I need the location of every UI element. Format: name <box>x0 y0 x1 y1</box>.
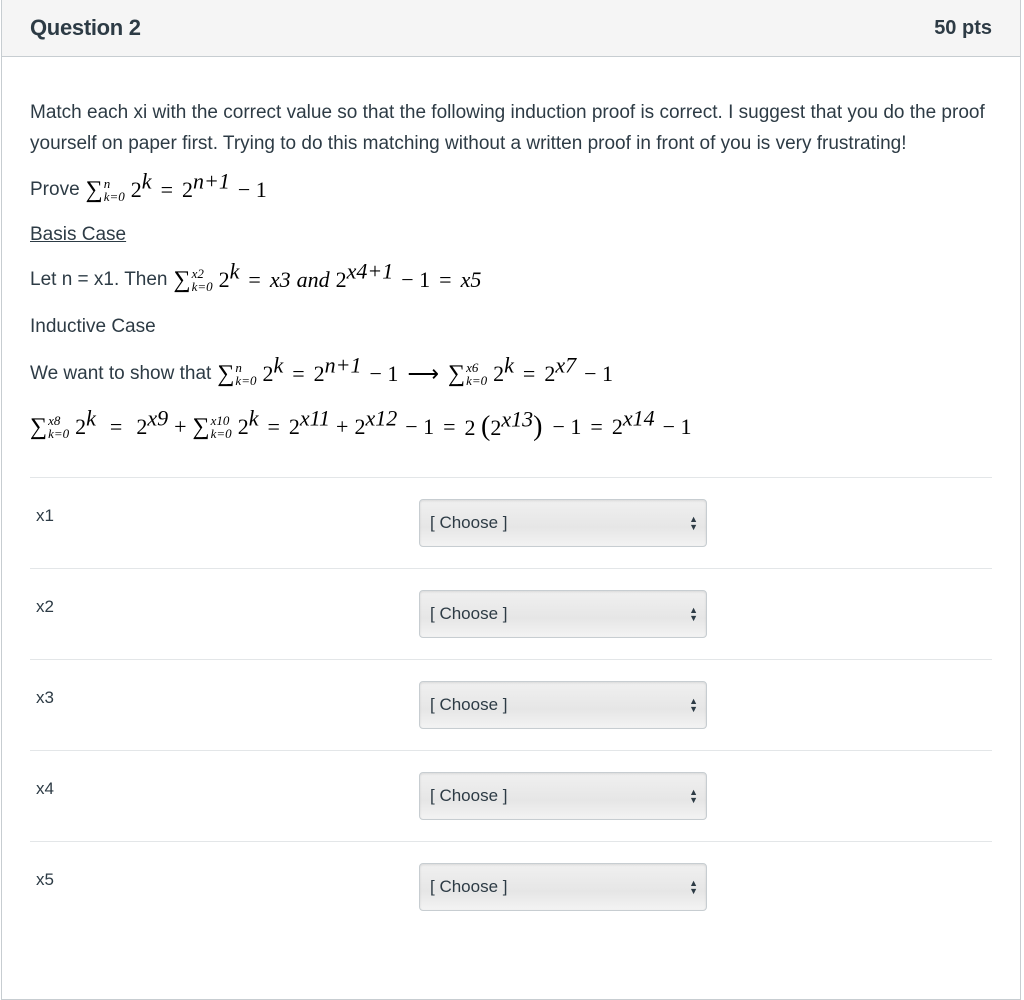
select-value: [ Choose ] <box>430 513 508 532</box>
prove-formula: ∑ n k=0 2k = 2n+1 − 1 <box>85 170 267 204</box>
match-row-x3: x3 [ Choose ] ▲ ▼ <box>30 659 992 750</box>
sigma-symbol: ∑ <box>217 360 235 387</box>
prove-statement: Prove ∑ n k=0 2k = 2n+1 − 1 <box>30 170 992 207</box>
equals: = <box>160 177 173 202</box>
question-card: Question 2 50 pts Match each xi with the… <box>1 0 1021 1000</box>
question-title: Question 2 <box>30 15 141 40</box>
sum-lower: k=0 <box>210 426 232 441</box>
basis-text: Let n = x1. Then <box>30 269 168 290</box>
select-value: [ Choose ] <box>430 786 508 805</box>
match-select-x3[interactable]: [ Choose ] ▲ ▼ <box>419 681 707 729</box>
basis-statement: Let n = x1. Then ∑ x2 k=0 2k = x3 and 2x4… <box>30 258 482 294</box>
rhs-exp-x7: x7 <box>555 352 577 378</box>
question-header: Question 2 50 pts <box>2 0 1020 57</box>
sigma-symbol: ∑ <box>85 176 103 203</box>
match-select-x5[interactable]: [ Choose ] ▲ ▼ <box>419 863 707 911</box>
select-arrows-icon: ▲ ▼ <box>689 605 698 623</box>
question-body: Match each xi with the correct value so … <box>2 97 1020 932</box>
exp-x4: x4+1 <box>346 258 394 284</box>
exp-x14: x14 <box>622 405 655 431</box>
question-points: 50 pts <box>934 16 992 39</box>
match-label: x2 <box>36 597 54 616</box>
term-exp: k <box>504 352 514 378</box>
match-select-x1[interactable]: [ Choose ] ▲ ▼ <box>419 499 707 547</box>
select-value: [ Choose ] <box>430 877 508 896</box>
term-base: 2 <box>130 177 142 202</box>
term-exp: k <box>229 258 240 284</box>
inductive-derivation: ∑ x8 k=0 2k = 2x9 + ∑ x10 k=0 2k = 2x11 + … <box>30 405 692 442</box>
minus-one: − 1 <box>237 177 267 202</box>
sum-lower: k=0 <box>466 373 488 388</box>
sum-lower: k=0 <box>191 279 213 294</box>
inductive-heading: Inductive Case <box>30 316 156 337</box>
sum-lower: k=0 <box>103 189 125 204</box>
exp-x11: x11 <box>299 405 331 431</box>
match-select-x4[interactable]: [ Choose ] ▲ ▼ <box>419 772 707 820</box>
match-label: x3 <box>36 688 54 707</box>
match-row-x5: x5 [ Choose ] ▲ ▼ <box>30 841 992 932</box>
implies-arrow: ⟶ <box>407 361 439 386</box>
match-label: x5 <box>36 870 54 889</box>
exp-x12: x12 <box>365 405 398 431</box>
sigma-symbol: ∑ <box>173 266 191 293</box>
minus-one: − 1 <box>401 267 431 292</box>
exp-x9: x9 <box>147 405 169 431</box>
inductive-statement: We want to show that ∑ n k=0 2k = 2n+1 − … <box>30 352 614 388</box>
match-select-x2[interactable]: [ Choose ] ▲ ▼ <box>419 590 707 638</box>
select-arrows-icon: ▲ ▼ <box>689 787 698 805</box>
match-label: x1 <box>36 506 54 525</box>
matching-list: x1 [ Choose ] ▲ ▼ x2 [ Choose ] ▲ ▼ x3 [ C… <box>30 477 992 932</box>
term-exp: k <box>248 405 259 431</box>
sum-lower: k=0 <box>235 373 257 388</box>
sigma-symbol: ∑ <box>192 413 210 440</box>
and-word: and <box>296 267 330 292</box>
prove-label: Prove <box>30 179 80 200</box>
rhs-exp: n+1 <box>192 168 230 194</box>
term-exp: k <box>141 168 152 194</box>
sigma-symbol: ∑ <box>447 360 466 387</box>
select-arrows-icon: ▲ ▼ <box>689 514 698 532</box>
basis-heading: Basis Case <box>30 224 127 245</box>
sum-lower: k=0 <box>48 426 70 441</box>
x3-placeholder: x3 <box>269 267 291 292</box>
term-exp: k <box>86 405 96 431</box>
inductive-text: We want to show that <box>30 363 212 384</box>
select-value: [ Choose ] <box>430 695 508 714</box>
x5-placeholder: x5 <box>460 267 482 292</box>
match-label: x4 <box>36 779 54 798</box>
question-intro: Match each xi with the correct value so … <box>30 102 985 154</box>
term-exp: k <box>273 352 284 378</box>
rhs-exp: n+1 <box>324 352 362 378</box>
match-row-x4: x4 [ Choose ] ▲ ▼ <box>30 750 992 841</box>
exp-x13: x13 <box>501 406 534 432</box>
rhs-base: 2 <box>181 177 193 202</box>
select-arrows-icon: ▲ ▼ <box>689 696 698 714</box>
select-value: [ Choose ] <box>430 604 508 623</box>
sigma-symbol: ∑ <box>30 413 48 440</box>
select-arrows-icon: ▲ ▼ <box>689 878 698 896</box>
match-row-x2: x2 [ Choose ] ▲ ▼ <box>30 568 992 659</box>
match-row-x1: x1 [ Choose ] ▲ ▼ <box>30 477 992 568</box>
